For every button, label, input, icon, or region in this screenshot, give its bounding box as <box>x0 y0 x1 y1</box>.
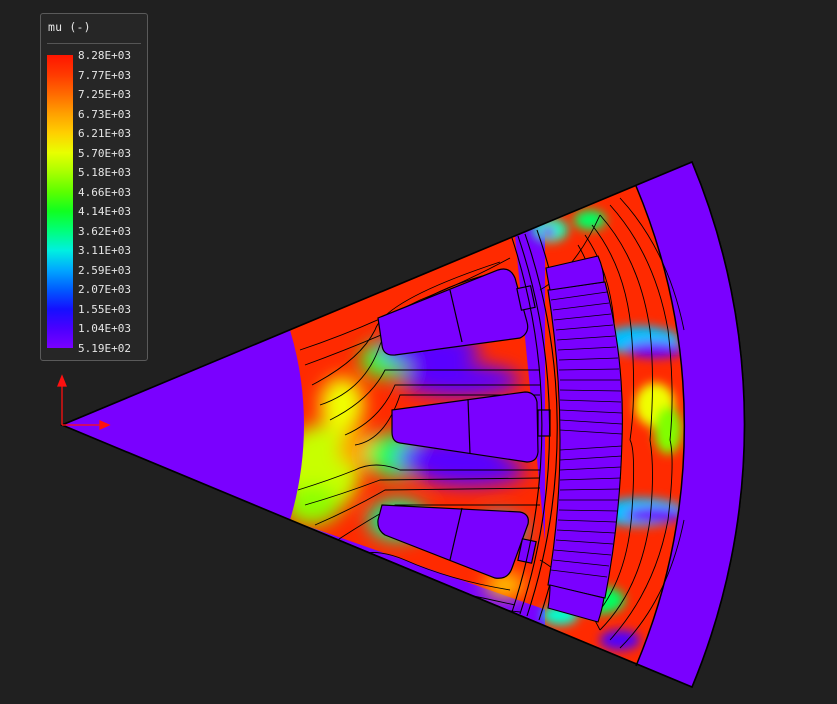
colorbar-legend[interactable]: mu (-) 8.28E+03 7.77E+03 7.25E+03 6.73E+03 6… <box>40 13 148 361</box>
legend-tick-label: 2.07E+03 <box>78 283 131 297</box>
legend-tick-label: 8.28E+03 <box>78 49 131 62</box>
legend-tick-label: 2.59E+03 <box>78 263 131 277</box>
legend-tick-label: 5.70E+03 <box>78 146 131 160</box>
colorbar-labels: 8.28E+03 7.77E+03 7.25E+03 6.73E+03 6.21E+03… <box>78 49 148 355</box>
legend-divider <box>47 43 141 44</box>
legend-tick-label: 3.62E+03 <box>78 224 131 238</box>
legend-tick-label: 7.25E+03 <box>78 88 131 102</box>
legend-tick-label: 1.04E+03 <box>78 322 131 336</box>
legend-tick-label: 7.77E+03 <box>78 68 131 82</box>
legend-tick-label: 5.19E+02 <box>78 342 131 355</box>
legend-tick-label: 6.73E+03 <box>78 107 131 121</box>
legend-tick-label: 1.55E+03 <box>78 302 131 316</box>
legend-tick-label: 4.66E+03 <box>78 185 131 199</box>
legend-tick-label: 3.11E+03 <box>78 244 131 258</box>
legend-tick-label: 5.18E+03 <box>78 166 131 180</box>
legend-tick-label: 4.14E+03 <box>78 205 131 219</box>
legend-title: mu (-) <box>48 20 91 34</box>
rotor-slots <box>377 268 551 579</box>
legend-tick-label: 6.21E+03 <box>78 127 131 141</box>
colorbar <box>47 55 73 348</box>
